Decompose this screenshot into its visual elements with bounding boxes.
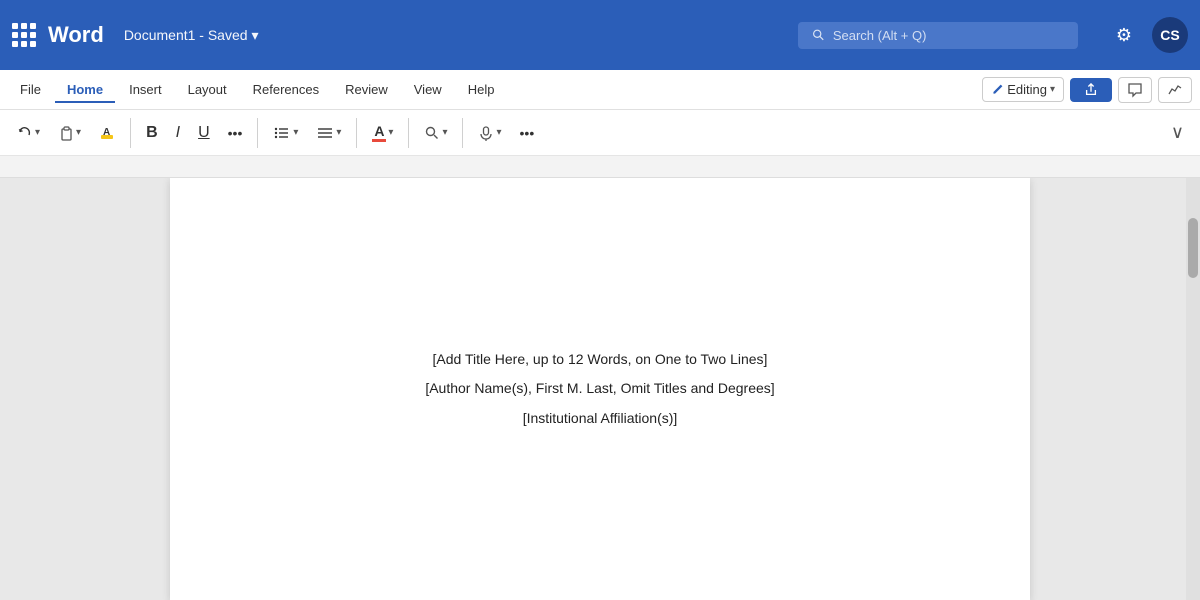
menu-item-insert[interactable]: Insert: [117, 77, 174, 102]
editing-dropdown[interactable]: Editing ▾: [982, 77, 1064, 102]
font-color-button[interactable]: A ▾: [365, 118, 400, 147]
doc-line-3: [Institutional Affiliation(s)]: [425, 406, 774, 431]
undo-icon: [17, 125, 33, 141]
menu-item-view[interactable]: View: [402, 77, 454, 102]
italic-button[interactable]: I: [169, 119, 187, 147]
app-name: Word: [48, 22, 104, 48]
track-changes-button[interactable]: [1158, 77, 1192, 103]
undo-button[interactable]: ▾: [10, 120, 47, 146]
format-painter-icon: A: [99, 125, 115, 141]
doc-line-1: [Add Title Here, up to 12 Words, on One …: [425, 347, 774, 372]
chevron-down-icon: ▾: [1050, 84, 1055, 95]
mic-icon: [478, 125, 494, 141]
ruler: [0, 156, 1200, 178]
vertical-scrollbar[interactable]: [1186, 178, 1200, 600]
clipboard-button[interactable]: ▾: [51, 120, 88, 146]
align-button[interactable]: ▾: [309, 119, 348, 147]
clipboard-icon: [58, 125, 74, 141]
more-formatting-button[interactable]: •••: [221, 120, 250, 146]
font-color-icon: A: [372, 123, 386, 142]
sep-3: [356, 118, 357, 148]
menu-item-references[interactable]: References: [241, 77, 331, 102]
microphone-button[interactable]: ▾: [471, 120, 508, 146]
document-area: [Add Title Here, up to 12 Words, on One …: [0, 178, 1200, 600]
title-right-actions: ⚙ CS: [1106, 17, 1188, 53]
bullets-icon: [273, 124, 291, 142]
page: [Add Title Here, up to 12 Words, on One …: [170, 178, 1030, 600]
align-icon: [316, 124, 334, 142]
undo-chevron[interactable]: ▾: [35, 127, 40, 138]
menu-item-home[interactable]: Home: [55, 77, 115, 102]
find-button[interactable]: ▾: [417, 120, 454, 146]
avatar[interactable]: CS: [1152, 17, 1188, 53]
doc-line-2: [Author Name(s), First M. Last, Omit Tit…: [425, 376, 774, 401]
menu-item-review[interactable]: Review: [333, 77, 400, 102]
document-content: [Add Title Here, up to 12 Words, on One …: [425, 343, 774, 435]
menu-right: Editing ▾: [982, 77, 1192, 103]
sep-1: [130, 118, 131, 148]
sep-2: [257, 118, 258, 148]
doc-title: Document1 - Saved ▾: [124, 27, 259, 44]
mic-chevron[interactable]: ▾: [496, 127, 501, 138]
underline-button[interactable]: U: [191, 119, 217, 147]
share-button[interactable]: [1070, 78, 1112, 102]
search-icon: [812, 28, 825, 42]
search-bar[interactable]: [798, 22, 1078, 49]
bold-button[interactable]: B: [139, 119, 165, 147]
apps-icon[interactable]: [12, 23, 36, 47]
more2-button[interactable]: •••: [513, 120, 542, 146]
sep-5: [462, 118, 463, 148]
clipboard-chevron[interactable]: ▾: [76, 127, 81, 138]
search-input[interactable]: [833, 28, 1064, 43]
menu-item-help[interactable]: Help: [456, 77, 507, 102]
format-painter-button[interactable]: A: [92, 120, 122, 146]
sep-4: [408, 118, 409, 148]
comments-button[interactable]: [1118, 77, 1152, 103]
toolbar-expand-button[interactable]: ∨: [1165, 118, 1190, 147]
settings-button[interactable]: ⚙: [1106, 17, 1142, 53]
menu-bar: File Home Insert Layout References Revie…: [0, 70, 1200, 110]
pencil-icon: [991, 83, 1004, 96]
find-chevron[interactable]: ▾: [442, 127, 447, 138]
bullets-button[interactable]: ▾: [266, 119, 305, 147]
comment-icon: [1127, 82, 1143, 98]
share-icon: [1084, 83, 1098, 97]
font-color-chevron[interactable]: ▾: [388, 127, 393, 138]
align-chevron[interactable]: ▾: [336, 127, 341, 138]
toolbar: ▾ ▾ A B I U ••• ▾: [0, 110, 1200, 156]
find-icon: [424, 125, 440, 141]
scroll-thumb[interactable]: [1188, 218, 1198, 278]
title-bar: Word Document1 - Saved ▾ ⚙ CS: [0, 0, 1200, 70]
svg-text:A: A: [103, 127, 110, 138]
menu-item-layout[interactable]: Layout: [176, 77, 239, 102]
bullets-chevron[interactable]: ▾: [293, 127, 298, 138]
chart-icon: [1167, 82, 1183, 98]
menu-item-file[interactable]: File: [8, 77, 53, 102]
